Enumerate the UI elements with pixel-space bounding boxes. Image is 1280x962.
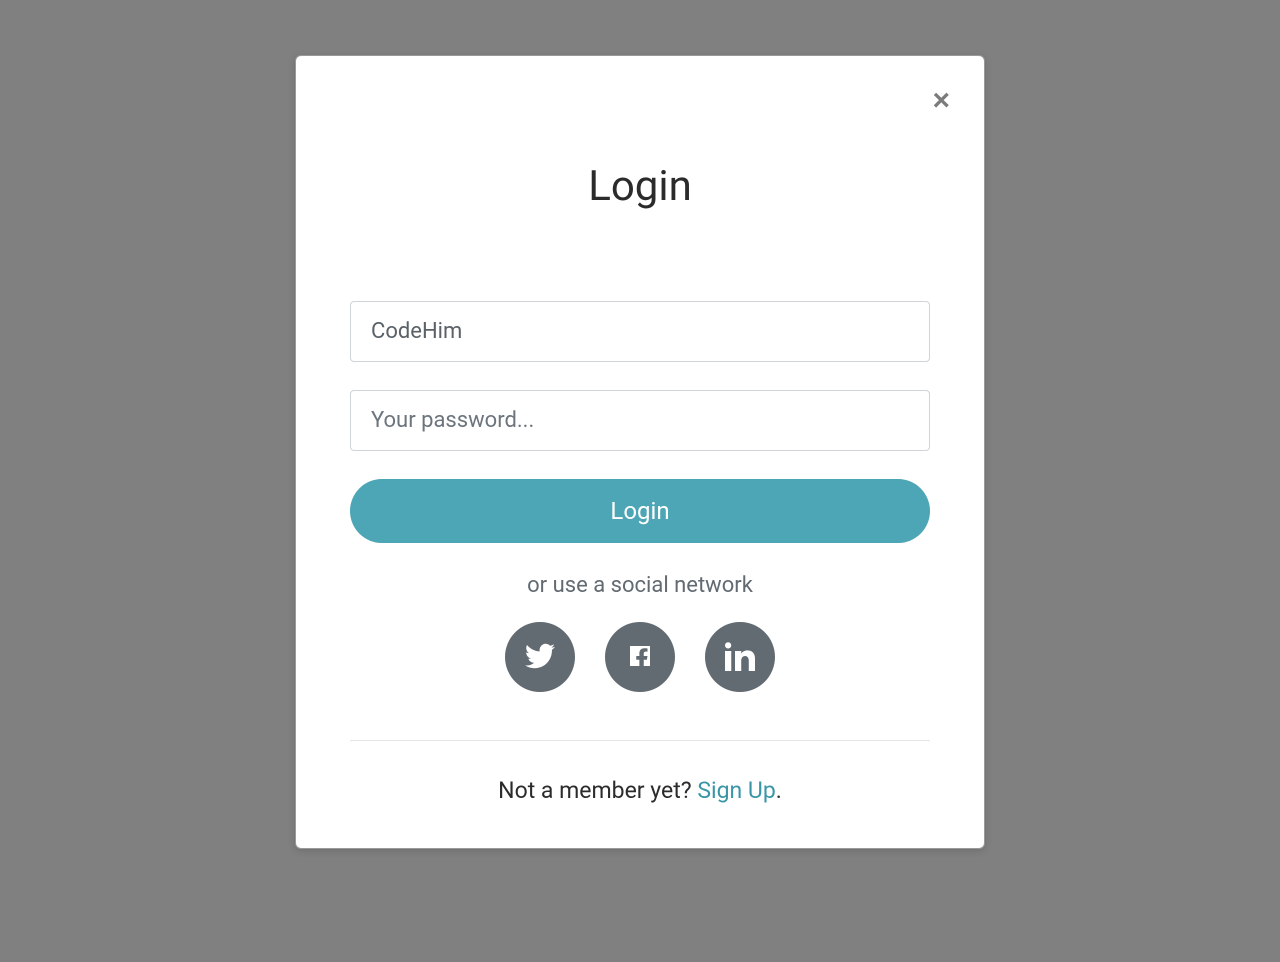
twitter-icon bbox=[525, 641, 555, 674]
facebook-icon bbox=[625, 641, 655, 674]
social-buttons-container bbox=[350, 622, 930, 692]
close-button[interactable]: × bbox=[932, 86, 950, 116]
close-icon: × bbox=[932, 84, 950, 117]
login-modal: × Login Login or use a social network No… bbox=[295, 55, 985, 849]
twitter-button[interactable] bbox=[505, 622, 575, 692]
social-prompt: or use a social network bbox=[350, 573, 930, 598]
footer-suffix: . bbox=[776, 777, 782, 804]
signup-link[interactable]: Sign Up bbox=[697, 777, 775, 804]
footer-prompt: Not a member yet? bbox=[498, 777, 697, 804]
modal-title: Login bbox=[350, 162, 930, 211]
footer-text: Not a member yet? Sign Up. bbox=[350, 777, 930, 804]
password-input[interactable] bbox=[350, 390, 930, 451]
username-input[interactable] bbox=[350, 301, 930, 362]
linkedin-icon bbox=[725, 641, 755, 674]
facebook-button[interactable] bbox=[605, 622, 675, 692]
linkedin-button[interactable] bbox=[705, 622, 775, 692]
login-button[interactable]: Login bbox=[350, 479, 930, 543]
divider bbox=[350, 740, 930, 741]
